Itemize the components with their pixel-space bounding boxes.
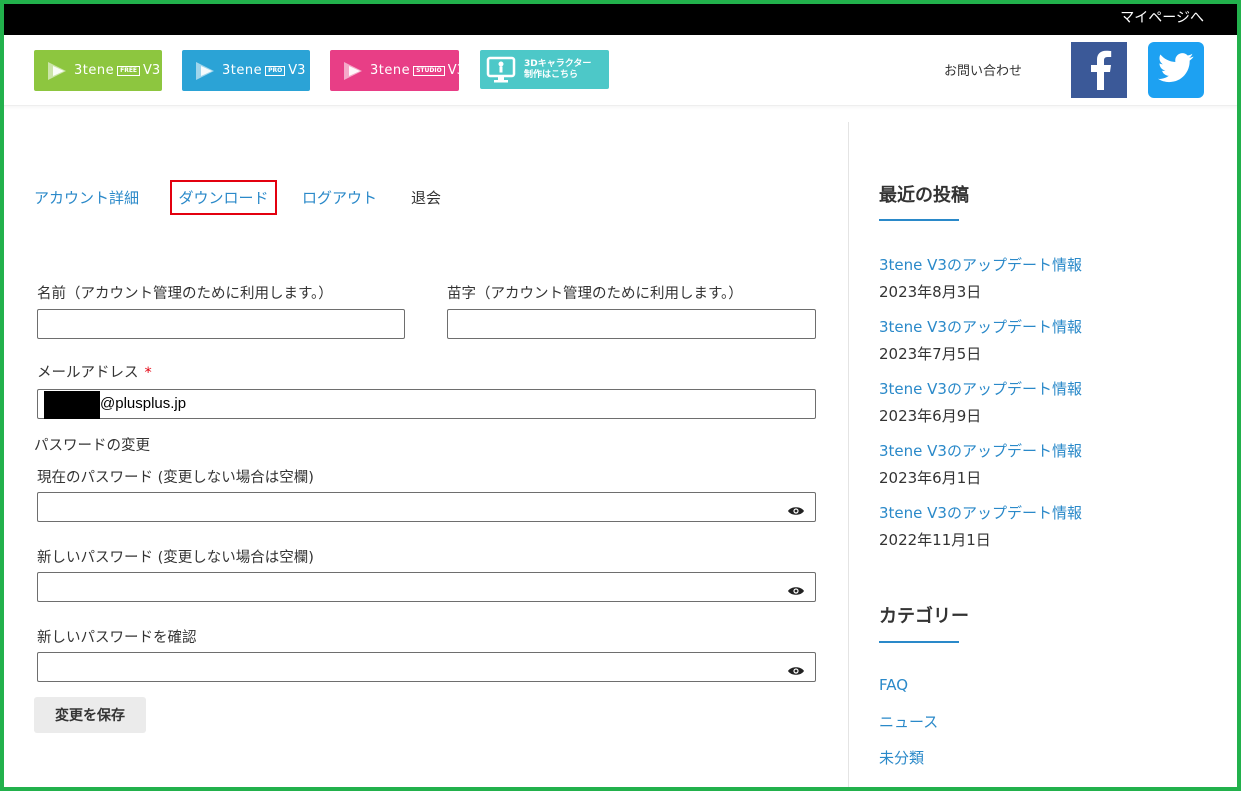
confirm-password-input[interactable] (38, 653, 815, 681)
product-version: V3 (143, 63, 161, 78)
play-logo-icon (342, 60, 364, 82)
current-password-input[interactable] (38, 493, 815, 521)
email-value: @plusplus.jp (100, 395, 187, 412)
recent-post-date: 2023年8月3日 (879, 283, 982, 301)
product-version: V3 (288, 63, 306, 78)
last-name-input[interactable] (448, 310, 815, 338)
recent-post-link[interactable]: 3tene V3のアップデート情報 (879, 502, 1082, 523)
category-link-uncategorized[interactable]: 未分類 (879, 747, 924, 768)
recent-post-link[interactable]: 3tene V3のアップデート情報 (879, 378, 1082, 399)
recent-post-link[interactable]: 3tene V3のアップデート情報 (879, 316, 1082, 337)
new-password-label: 新しいパスワード (変更しない場合は空欄) (37, 550, 314, 566)
categories-underline (879, 641, 959, 643)
current-password-field[interactable] (37, 492, 816, 522)
current-password-label: 現在のパスワード (変更しない場合は空欄) (37, 470, 314, 486)
category-link-faq[interactable]: FAQ (879, 676, 908, 694)
top-bar: マイページへ (0, 0, 1241, 35)
mypage-link[interactable]: マイページへ (1120, 7, 1204, 27)
facebook-button[interactable] (1071, 42, 1127, 98)
recent-post-date: 2023年7月5日 (879, 345, 982, 363)
confirm-password-field[interactable] (37, 652, 816, 682)
redacted-block (44, 391, 100, 419)
recent-post-link[interactable]: 3tene V3のアップデート情報 (879, 440, 1082, 461)
product-edition: FREE (117, 65, 141, 76)
new-password-input[interactable] (38, 573, 815, 601)
account-nav-details[interactable]: アカウント詳細 (34, 187, 139, 208)
last-name-field[interactable] (447, 309, 816, 339)
monitor-icon (486, 56, 516, 84)
email-field[interactable]: @plusplus.jp (37, 389, 816, 419)
recent-post-date: 2022年11月1日 (879, 531, 991, 549)
email-label: メールアドレス * (37, 361, 152, 382)
category-link-news[interactable]: ニュース (879, 711, 938, 732)
twitter-button[interactable] (1148, 42, 1204, 98)
account-nav-download-label: ダウンロード (178, 189, 269, 207)
product-logo-3tene-pro[interactable]: 3tene PRO V3 (182, 50, 310, 91)
account-nav-logout[interactable]: ログアウト (302, 187, 377, 208)
play-logo-icon (194, 60, 216, 82)
last-name-label: 苗字（アカウント管理のために利用します。） (447, 286, 743, 302)
password-section-title: パスワードの変更 (34, 438, 150, 454)
recent-post-link[interactable]: 3tene V3のアップデート情報 (879, 254, 1082, 275)
account-nav-withdraw[interactable]: 退会 (411, 187, 441, 208)
recent-post-date: 2023年6月1日 (879, 469, 982, 487)
first-name-label: 名前（アカウント管理のために利用します。） (37, 286, 333, 302)
categories-title: カテゴリー (879, 606, 969, 627)
site-header: 3tene FREE V3 3tene PRO V3 3tene STUDIO … (0, 35, 1241, 106)
sidebar-divider (848, 122, 849, 791)
twitter-icon (1158, 53, 1194, 87)
recent-post-date: 2023年6月9日 (879, 407, 982, 425)
product-logo-3tene-free[interactable]: 3tene FREE V3 (34, 50, 162, 91)
account-nav-download[interactable]: ダウンロード (170, 180, 277, 215)
product-edition: PRO (265, 65, 286, 76)
eye-icon[interactable] (787, 502, 805, 521)
eye-icon[interactable] (787, 662, 805, 681)
product-edition: STUDIO (413, 65, 445, 76)
product-name: 3tene (222, 63, 263, 78)
first-name-field[interactable] (37, 309, 405, 339)
character-creation-banner[interactable]: 3Dキャラクター 制作はこちら (480, 50, 609, 89)
product-version: V3 (447, 63, 465, 78)
new-password-field[interactable] (37, 572, 816, 602)
save-changes-button[interactable]: 変更を保存 (34, 697, 146, 733)
facebook-icon (1082, 46, 1116, 94)
play-logo-icon (46, 60, 68, 82)
banner-line-2: 制作はこちら (524, 69, 579, 80)
banner-text: 3Dキャラクター 制作はこちら (524, 59, 591, 81)
required-mark: * (144, 365, 152, 381)
contact-link[interactable]: お問い合わせ (944, 60, 1022, 79)
recent-posts-underline (879, 219, 959, 221)
email-label-text: メールアドレス (37, 365, 139, 381)
product-name: 3tene (370, 63, 411, 78)
confirm-password-label: 新しいパスワードを確認 (37, 630, 197, 646)
product-logo-3tene-studio[interactable]: 3tene STUDIO V3 (330, 50, 465, 91)
eye-icon[interactable] (787, 582, 805, 601)
product-name: 3tene (74, 63, 115, 78)
recent-posts-title: 最近の投稿 (879, 185, 969, 206)
banner-line-1: 3Dキャラクター (524, 58, 592, 69)
first-name-input[interactable] (38, 310, 404, 338)
